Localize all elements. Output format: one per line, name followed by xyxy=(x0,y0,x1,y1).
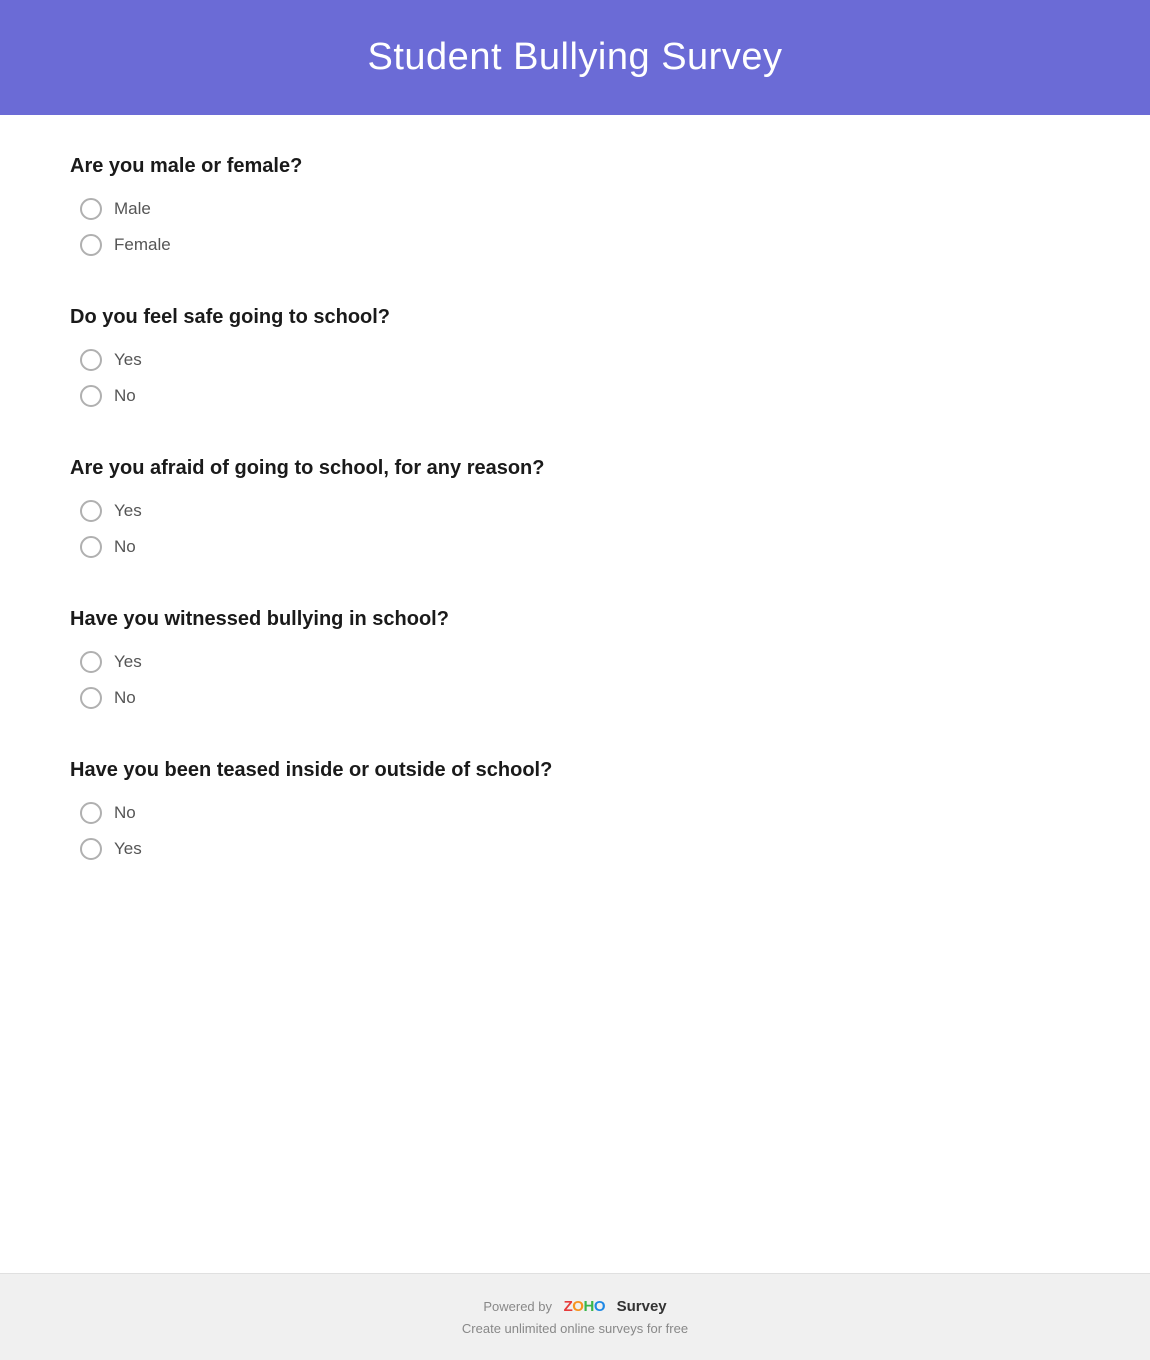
survey-footer: Powered by ZOHO Survey Create unlimited … xyxy=(0,1273,1150,1360)
question-text-5: Have you been teased inside or outside o… xyxy=(70,759,1080,782)
radio-circle-2-2[interactable] xyxy=(80,385,102,407)
powered-by-label: Powered by xyxy=(483,1299,552,1314)
radio-circle-1-1[interactable] xyxy=(80,198,102,220)
survey-title: Student Bullying Survey xyxy=(368,36,783,79)
option-item-4-2[interactable]: No xyxy=(80,687,1080,709)
options-list-3: Yes No xyxy=(70,500,1080,558)
question-text-1: Are you male or female? xyxy=(70,155,1080,178)
radio-circle-2-1[interactable] xyxy=(80,349,102,371)
option-label-4-1: Yes xyxy=(114,652,142,672)
option-item-3-1[interactable]: Yes xyxy=(80,500,1080,522)
option-item-1-1[interactable]: Male xyxy=(80,198,1080,220)
question-text-4: Have you witnessed bullying in school? xyxy=(70,608,1080,631)
option-label-5-2: Yes xyxy=(114,839,142,859)
footer-survey-label: Survey xyxy=(617,1298,667,1315)
question-block-4: Have you witnessed bullying in school? Ye… xyxy=(70,608,1080,709)
option-item-3-2[interactable]: No xyxy=(80,536,1080,558)
question-block-3: Are you afraid of going to school, for a… xyxy=(70,457,1080,558)
survey-header: Student Bullying Survey xyxy=(0,0,1150,115)
radio-circle-5-2[interactable] xyxy=(80,838,102,860)
option-item-4-1[interactable]: Yes xyxy=(80,651,1080,673)
radio-circle-3-2[interactable] xyxy=(80,536,102,558)
radio-circle-4-1[interactable] xyxy=(80,651,102,673)
option-label-1-1: Male xyxy=(114,199,151,219)
question-block-2: Do you feel safe going to school? Yes No xyxy=(70,306,1080,407)
zoho-letter-z: Z xyxy=(564,1298,573,1315)
zoho-letter-o2: O xyxy=(594,1298,605,1315)
zoho-letter-h: H xyxy=(583,1298,593,1315)
question-text-2: Do you feel safe going to school? xyxy=(70,306,1080,329)
options-list-4: Yes No xyxy=(70,651,1080,709)
options-list-5: No Yes xyxy=(70,802,1080,860)
option-label-3-2: No xyxy=(114,537,136,557)
zoho-logo[interactable]: ZOHO xyxy=(564,1298,605,1315)
question-block-1: Are you male or female? Male Female xyxy=(70,155,1080,256)
options-list-1: Male Female xyxy=(70,198,1080,256)
option-item-2-2[interactable]: No xyxy=(80,385,1080,407)
option-label-2-1: Yes xyxy=(114,350,142,370)
survey-content: Are you male or female? Male Female Do you … xyxy=(0,115,1150,1273)
radio-circle-1-2[interactable] xyxy=(80,234,102,256)
footer-create-text: Create unlimited online surveys for free xyxy=(462,1321,688,1336)
question-text-3: Are you afraid of going to school, for a… xyxy=(70,457,1080,480)
option-label-3-1: Yes xyxy=(114,501,142,521)
option-label-4-2: No xyxy=(114,688,136,708)
radio-circle-3-1[interactable] xyxy=(80,500,102,522)
radio-circle-5-1[interactable] xyxy=(80,802,102,824)
option-label-2-2: No xyxy=(114,386,136,406)
radio-circle-4-2[interactable] xyxy=(80,687,102,709)
option-label-1-2: Female xyxy=(114,235,171,255)
question-block-5: Have you been teased inside or outside o… xyxy=(70,759,1080,860)
option-item-5-2[interactable]: Yes xyxy=(80,838,1080,860)
footer-powered-by: Powered by ZOHO Survey xyxy=(483,1298,666,1315)
option-label-5-1: No xyxy=(114,803,136,823)
option-item-5-1[interactable]: No xyxy=(80,802,1080,824)
option-item-2-1[interactable]: Yes xyxy=(80,349,1080,371)
option-item-1-2[interactable]: Female xyxy=(80,234,1080,256)
zoho-letter-o1: O xyxy=(572,1298,583,1315)
options-list-2: Yes No xyxy=(70,349,1080,407)
